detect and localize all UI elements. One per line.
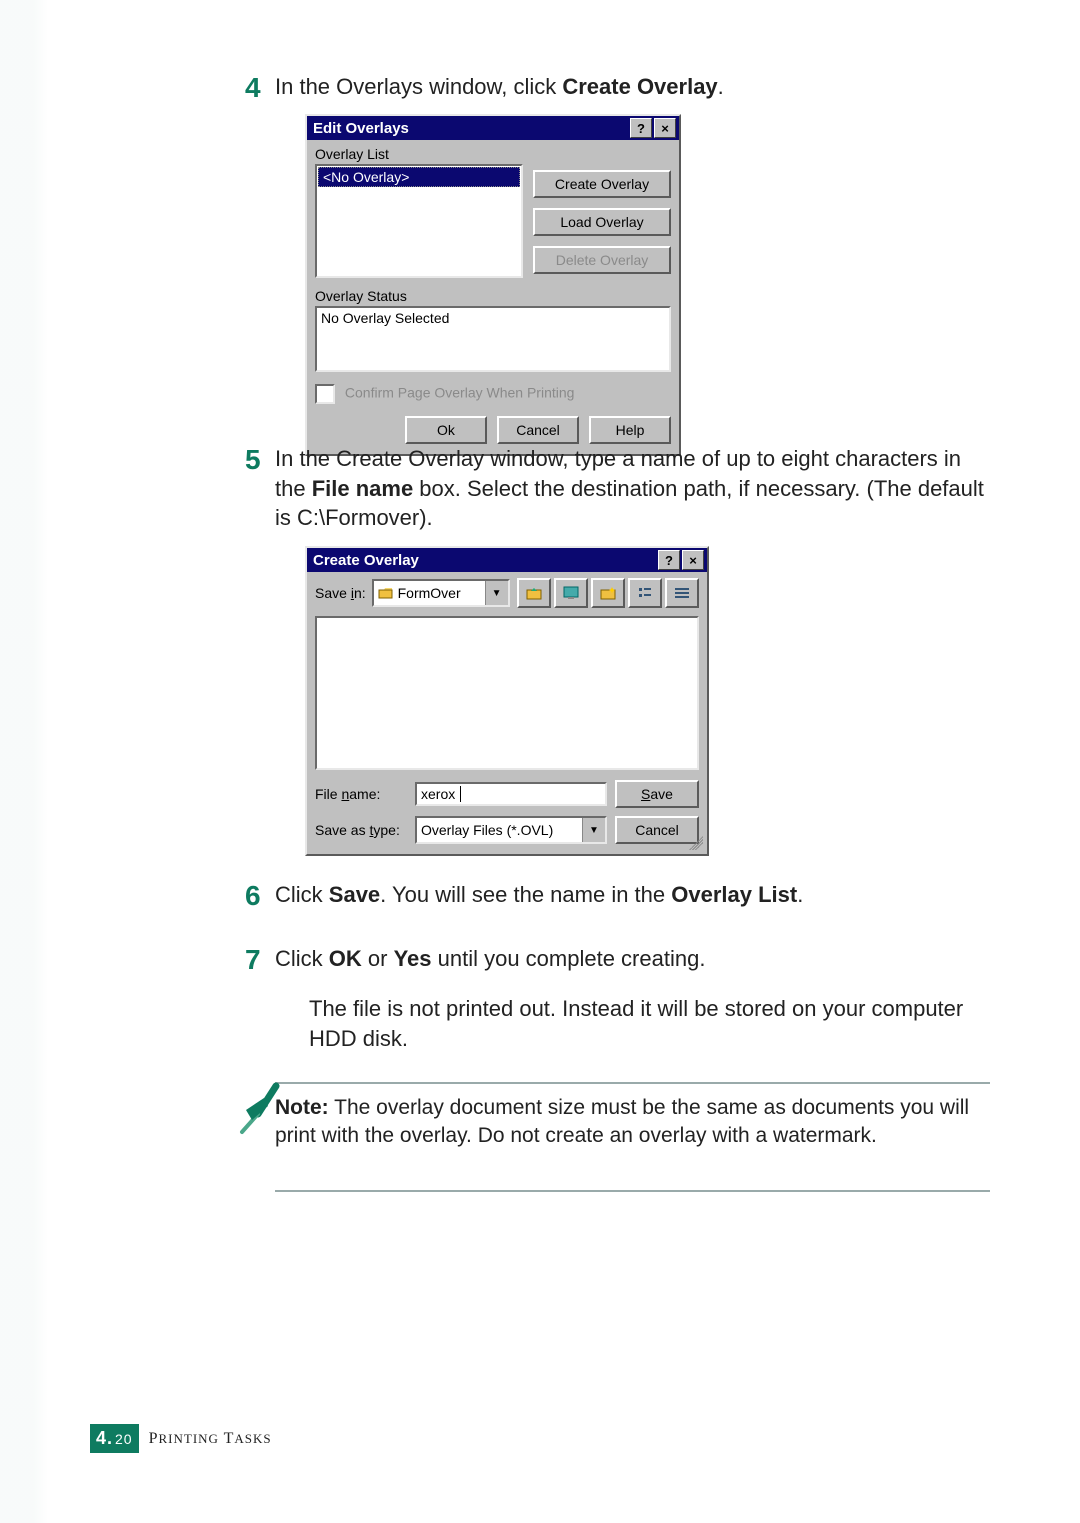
- edit-overlays-titlebar[interactable]: Edit Overlays ? ×: [307, 116, 679, 140]
- new-folder-icon[interactable]: [591, 578, 625, 608]
- create-overlay-button[interactable]: Create Overlay: [533, 170, 671, 198]
- help-icon[interactable]: ?: [630, 118, 652, 138]
- save-as-type-value: Overlay Files (*.OVL): [421, 822, 553, 838]
- cancel-button-2[interactable]: Cancel: [615, 816, 699, 844]
- step-6-post: .: [797, 882, 803, 907]
- step-5-text: In the Create Overlay window, type a nam…: [275, 444, 990, 533]
- folder-open-icon: [378, 586, 394, 600]
- up-one-level-icon[interactable]: [517, 578, 551, 608]
- step-7-body: The file is not printed out. Instead it …: [275, 994, 990, 1053]
- resize-grip-icon[interactable]: [689, 836, 703, 850]
- step-6-number: 6: [245, 880, 261, 912]
- step-4-number: 4: [245, 72, 261, 104]
- step-4-pre: In the Overlays window, click: [275, 74, 562, 99]
- close-icon[interactable]: ×: [654, 118, 676, 138]
- edit-overlays-title: Edit Overlays: [313, 120, 409, 137]
- note-text: Note: The overlay document size must be …: [275, 1094, 990, 1151]
- overlay-listbox[interactable]: <No Overlay>: [315, 164, 523, 278]
- step-7-mid: or: [362, 946, 394, 971]
- help-icon[interactable]: ?: [658, 550, 680, 570]
- overlay-status-box: No Overlay Selected: [315, 306, 671, 372]
- step-7-post: until you complete creating.: [432, 946, 706, 971]
- chevron-down-icon[interactable]: ▼: [582, 818, 605, 842]
- note-top-rule: [275, 1082, 990, 1084]
- step-6-b1: Save: [329, 882, 380, 907]
- step-7-number: 7: [245, 944, 261, 976]
- step-7-body-text: The file is not printed out. Instead it …: [309, 994, 990, 1053]
- list-view-icon[interactable]: [628, 578, 662, 608]
- note-body: The overlay document size must be the sa…: [275, 1096, 969, 1147]
- side-tab-decoration: [0, 0, 48, 1523]
- create-overlay-dialog: Create Overlay ? × Save in: FormOver ▼: [305, 546, 709, 856]
- step-4-text: In the Overlays window, click Create Ove…: [275, 72, 990, 102]
- step-6: 6 Click Save. You will see the name in t…: [275, 880, 990, 910]
- edit-overlays-dialog: Edit Overlays ? × Overlay List <No Overl…: [305, 114, 681, 456]
- save-as-type-label: Save as type:: [315, 822, 407, 838]
- chevron-down-icon[interactable]: ▼: [485, 581, 508, 605]
- cancel-button[interactable]: Cancel: [497, 416, 579, 444]
- overlay-status-label: Overlay Status: [315, 288, 671, 304]
- close-icon[interactable]: ×: [682, 550, 704, 570]
- details-view-icon[interactable]: [665, 578, 699, 608]
- document-page: 4 In the Overlays window, click Create O…: [0, 0, 1080, 1523]
- step-7-pre: Click: [275, 946, 329, 971]
- step-5-bold: File name: [312, 476, 413, 501]
- chapter-number: 4.: [96, 1428, 113, 1449]
- create-overlay-titlebar[interactable]: Create Overlay ? ×: [307, 548, 707, 572]
- page-number-box: 4.20: [90, 1424, 139, 1453]
- load-overlay-button[interactable]: Load Overlay: [533, 208, 671, 236]
- save-in-value: FormOver: [398, 585, 461, 601]
- step-6-b2: Overlay List: [671, 882, 797, 907]
- ok-button[interactable]: Ok: [405, 416, 487, 444]
- step-4: 4 In the Overlays window, click Create O…: [275, 72, 990, 102]
- step-5: 5 In the Create Overlay window, type a n…: [275, 444, 990, 533]
- save-button[interactable]: Save: [615, 780, 699, 808]
- step-5-number: 5: [245, 444, 261, 476]
- create-overlay-title: Create Overlay: [313, 552, 419, 569]
- save-in-select[interactable]: FormOver ▼: [372, 579, 510, 607]
- note-bottom-rule: [275, 1190, 990, 1192]
- save-in-label: Save in:: [315, 585, 366, 601]
- step-7-text: Click OK or Yes until you complete creat…: [275, 944, 990, 974]
- page-footer: 4.20 PRINTING TASKS: [90, 1424, 272, 1453]
- overlay-list-label: Overlay List: [315, 146, 671, 162]
- confirm-checkbox-label: Confirm Page Overlay When Printing: [345, 385, 575, 401]
- file-name-input[interactable]: xerox: [415, 782, 607, 806]
- help-button[interactable]: Help: [589, 416, 671, 444]
- overlay-list-item-selected[interactable]: <No Overlay>: [318, 167, 520, 187]
- footer-label: PRINTING TASKS: [149, 1430, 272, 1448]
- step-6-mid: . You will see the name in the: [380, 882, 671, 907]
- confirm-checkbox: [315, 384, 335, 404]
- overlay-status-text: No Overlay Selected: [321, 310, 449, 326]
- file-list-pane[interactable]: [315, 616, 699, 770]
- desktop-icon[interactable]: [554, 578, 588, 608]
- file-name-value: xerox: [421, 786, 455, 802]
- step-7: 7 Click OK or Yes until you complete cre…: [275, 944, 990, 974]
- step-7-b1: OK: [329, 946, 362, 971]
- step-7-b2: Yes: [394, 946, 432, 971]
- save-as-type-select[interactable]: Overlay Files (*.OVL) ▼: [415, 816, 607, 844]
- step-6-pre: Click: [275, 882, 329, 907]
- file-name-label: File name:: [315, 786, 407, 802]
- step-6-text: Click Save. You will see the name in the…: [275, 880, 990, 910]
- delete-overlay-button: Delete Overlay: [533, 246, 671, 274]
- page-number: 20: [115, 1431, 133, 1447]
- note-lead: Note:: [275, 1096, 329, 1119]
- step-4-bold: Create Overlay: [562, 74, 717, 99]
- step-4-post: .: [718, 74, 724, 99]
